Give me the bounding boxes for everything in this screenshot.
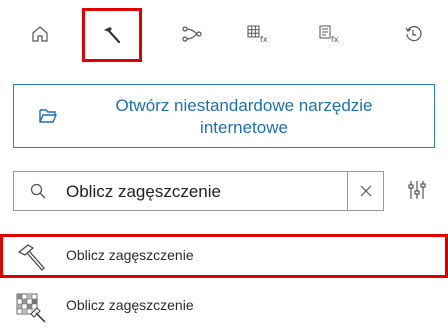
folder-open-icon	[39, 109, 58, 123]
tab-tools[interactable]	[82, 8, 142, 62]
tab-raster-functions[interactable]: fx	[230, 10, 286, 58]
home-icon	[32, 26, 48, 42]
search-input[interactable]	[66, 178, 336, 206]
close-icon	[360, 185, 372, 197]
svg-text:fx: fx	[331, 35, 339, 44]
history-icon	[405, 26, 422, 42]
hammer-icon	[17, 244, 45, 271]
list-item-tool[interactable]: Oblicz zagęszczenie	[0, 234, 448, 278]
open-custom-web-tool-label: Otwórz niestandardowe narzędzie internet…	[115, 96, 373, 137]
filter-button[interactable]	[408, 180, 426, 205]
hammer-icon	[104, 27, 121, 44]
filter-sliders-icon	[408, 181, 426, 199]
result-label: Oblicz zagęszczenie	[66, 247, 194, 263]
tool-search-box	[13, 171, 384, 211]
model-builder-icon	[182, 26, 202, 42]
raster-function-icon: fx	[247, 25, 268, 44]
list-item-tool[interactable]: Oblicz zagęszczenie	[0, 284, 448, 328]
open-custom-web-tool-button[interactable]: Otwórz niestandardowe narzędzie internet…	[13, 84, 435, 148]
tab-history[interactable]	[386, 10, 442, 58]
raster-tool-icon	[16, 293, 46, 323]
table-function-icon: fx	[319, 25, 339, 44]
result-label: Oblicz zagęszczenie	[66, 297, 194, 313]
tab-home[interactable]	[12, 10, 68, 58]
svg-text:fx: fx	[260, 35, 268, 44]
tab-model-builder[interactable]	[164, 10, 220, 58]
tab-table-functions[interactable]: fx	[302, 10, 358, 58]
clear-search-button[interactable]	[348, 172, 384, 210]
search-icon	[30, 183, 46, 199]
tool-tabs: fx fx	[0, 0, 448, 68]
